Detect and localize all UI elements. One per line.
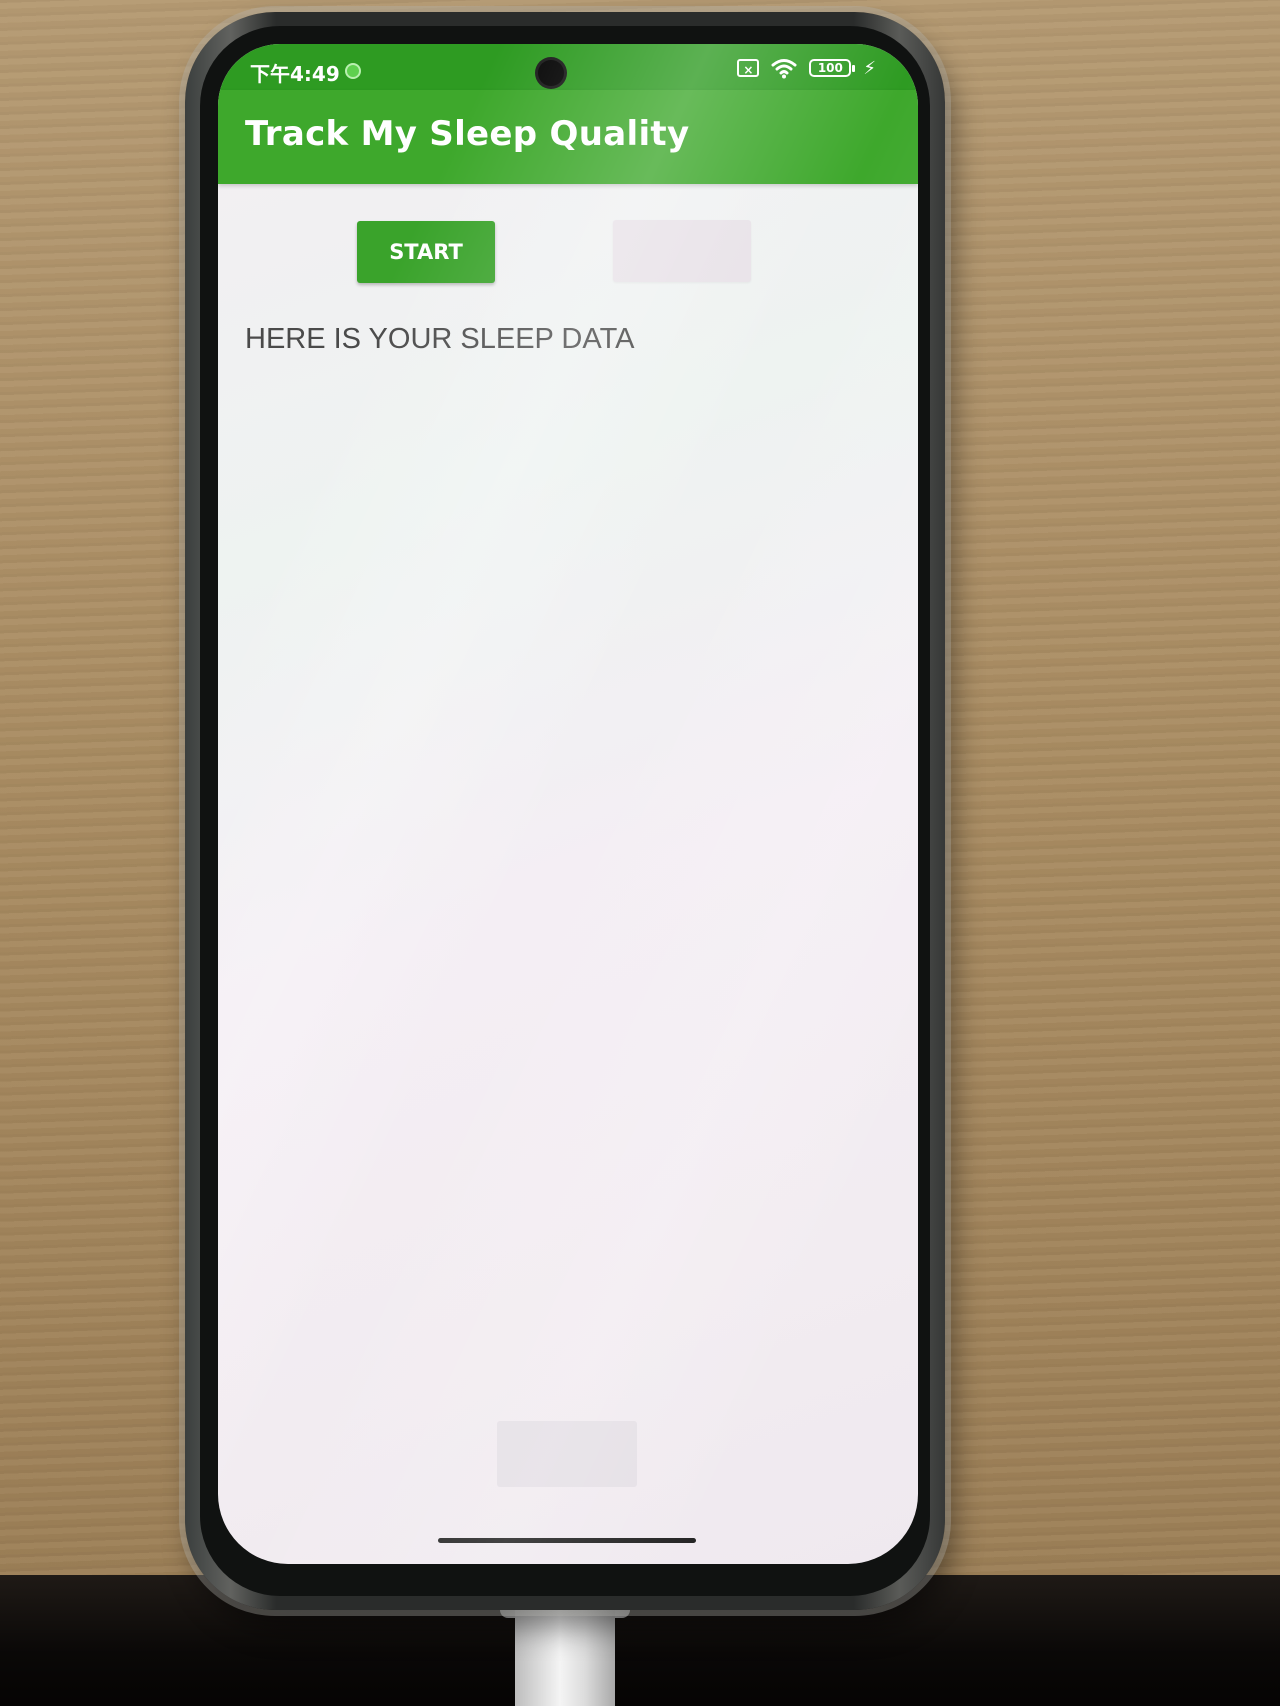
app-title: Track My Sleep Quality xyxy=(245,114,690,154)
status-bar: 下午4:49 × 100 ⚡ xyxy=(218,44,918,90)
clear-button[interactable] xyxy=(497,1421,637,1487)
x-sim-icon: × xyxy=(737,59,760,77)
photo-scene: 下午4:49 × 100 ⚡ Track My Sleep Quality ST… xyxy=(0,0,1280,1706)
app-bar: Track My Sleep Quality xyxy=(218,90,918,184)
phone-screen: 下午4:49 × 100 ⚡ Track My Sleep Quality ST… xyxy=(218,44,918,1564)
home-indicator[interactable] xyxy=(438,1538,696,1543)
sleep-data-text: HERE IS YOUR SLEEP DATA xyxy=(245,323,635,355)
start-button[interactable]: START xyxy=(357,221,495,283)
wifi-icon xyxy=(771,59,797,79)
bolt-icon: ⚡ xyxy=(863,57,876,79)
charging-cable xyxy=(515,1600,615,1706)
status-time: 下午4:49 xyxy=(250,62,340,86)
status-icons: × 100 ⚡ xyxy=(737,56,876,80)
notification-dot-icon xyxy=(345,63,361,79)
battery-icon: 100 xyxy=(809,59,856,77)
screen-glare xyxy=(218,44,918,1564)
front-camera xyxy=(538,60,564,86)
stop-button[interactable] xyxy=(613,220,751,282)
